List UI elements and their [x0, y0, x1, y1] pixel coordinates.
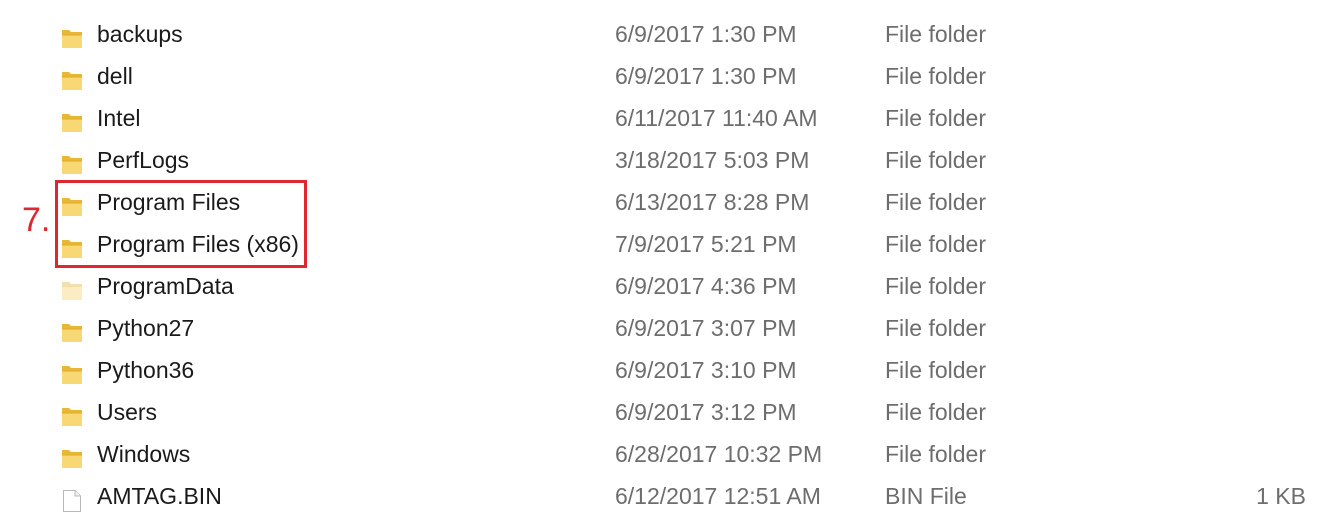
- file-type: File folder: [885, 63, 986, 89]
- folder-icon: [61, 148, 83, 174]
- file-row-backups[interactable]: backups 6/9/2017 1:30 PM File folder: [0, 13, 1324, 55]
- folder-icon: [61, 400, 83, 426]
- file-name: PerfLogs: [97, 147, 190, 173]
- file-date-modified: 6/9/2017 3:07 PM: [615, 315, 797, 341]
- file-name: ProgramData: [97, 273, 234, 299]
- file-icon: [61, 484, 83, 512]
- file-date-modified: 6/9/2017 4:36 PM: [615, 273, 797, 299]
- file-row-python27[interactable]: Python27 6/9/2017 3:07 PM File folder: [0, 307, 1324, 349]
- file-type: File folder: [885, 189, 986, 215]
- file-row-intel[interactable]: Intel 6/11/2017 11:40 AM File folder: [0, 97, 1324, 139]
- file-type: File folder: [885, 357, 986, 383]
- file-type: File folder: [885, 273, 986, 299]
- file-row-perflogs[interactable]: PerfLogs 3/18/2017 5:03 PM File folder: [0, 139, 1324, 181]
- file-name: backups: [97, 21, 183, 47]
- highlight-box: [55, 180, 307, 268]
- file-name: Python36: [97, 357, 195, 383]
- file-name: Intel: [97, 105, 141, 131]
- step-label: 7.: [22, 201, 51, 239]
- file-name: AMTAG.BIN: [97, 483, 222, 509]
- file-date-modified: 6/28/2017 10:32 PM: [615, 441, 823, 467]
- file-type: File folder: [885, 231, 986, 257]
- file-type: File folder: [885, 399, 986, 425]
- file-row-amtag-bin[interactable]: AMTAG.BIN 6/12/2017 12:51 AM BIN File 1 …: [0, 475, 1324, 517]
- file-name: Windows: [97, 441, 191, 467]
- folder-icon: [61, 106, 83, 132]
- file-row-dell[interactable]: dell 6/9/2017 1:30 PM File folder: [0, 55, 1324, 97]
- file-row-python36[interactable]: Python36 6/9/2017 3:10 PM File folder: [0, 349, 1324, 391]
- file-type: File folder: [885, 21, 986, 47]
- file-row-programdata[interactable]: ProgramData 6/9/2017 4:36 PM File folder: [0, 265, 1324, 307]
- folder-icon: [61, 442, 83, 468]
- file-type: File folder: [885, 105, 986, 131]
- file-row-windows[interactable]: Windows 6/28/2017 10:32 PM File folder: [0, 433, 1324, 475]
- file-size: 1 KB: [1256, 483, 1306, 509]
- hidden-folder-icon: [61, 274, 83, 300]
- file-date-modified: 6/9/2017 3:10 PM: [615, 357, 797, 383]
- file-name: dell: [97, 63, 133, 89]
- file-name: Python27: [97, 315, 195, 341]
- folder-icon: [61, 64, 83, 90]
- file-date-modified: 6/9/2017 1:30 PM: [615, 63, 797, 89]
- file-date-modified: 6/9/2017 3:12 PM: [615, 399, 797, 425]
- file-type: File folder: [885, 315, 986, 341]
- file-type: BIN File: [885, 483, 967, 509]
- folder-icon: [61, 22, 83, 48]
- folder-icon: [61, 358, 83, 384]
- file-type: File folder: [885, 147, 986, 173]
- file-date-modified: 6/12/2017 12:51 AM: [615, 483, 821, 509]
- file-date-modified: 6/9/2017 1:30 PM: [615, 21, 797, 47]
- file-date-modified: 6/13/2017 8:28 PM: [615, 189, 810, 215]
- folder-icon: [61, 316, 83, 342]
- file-date-modified: 3/18/2017 5:03 PM: [615, 147, 810, 173]
- file-row-users[interactable]: Users 6/9/2017 3:12 PM File folder: [0, 391, 1324, 433]
- file-date-modified: 6/11/2017 11:40 AM: [615, 105, 818, 131]
- file-type: File folder: [885, 441, 986, 467]
- file-name: Users: [97, 399, 158, 425]
- file-date-modified: 7/9/2017 5:21 PM: [615, 231, 797, 257]
